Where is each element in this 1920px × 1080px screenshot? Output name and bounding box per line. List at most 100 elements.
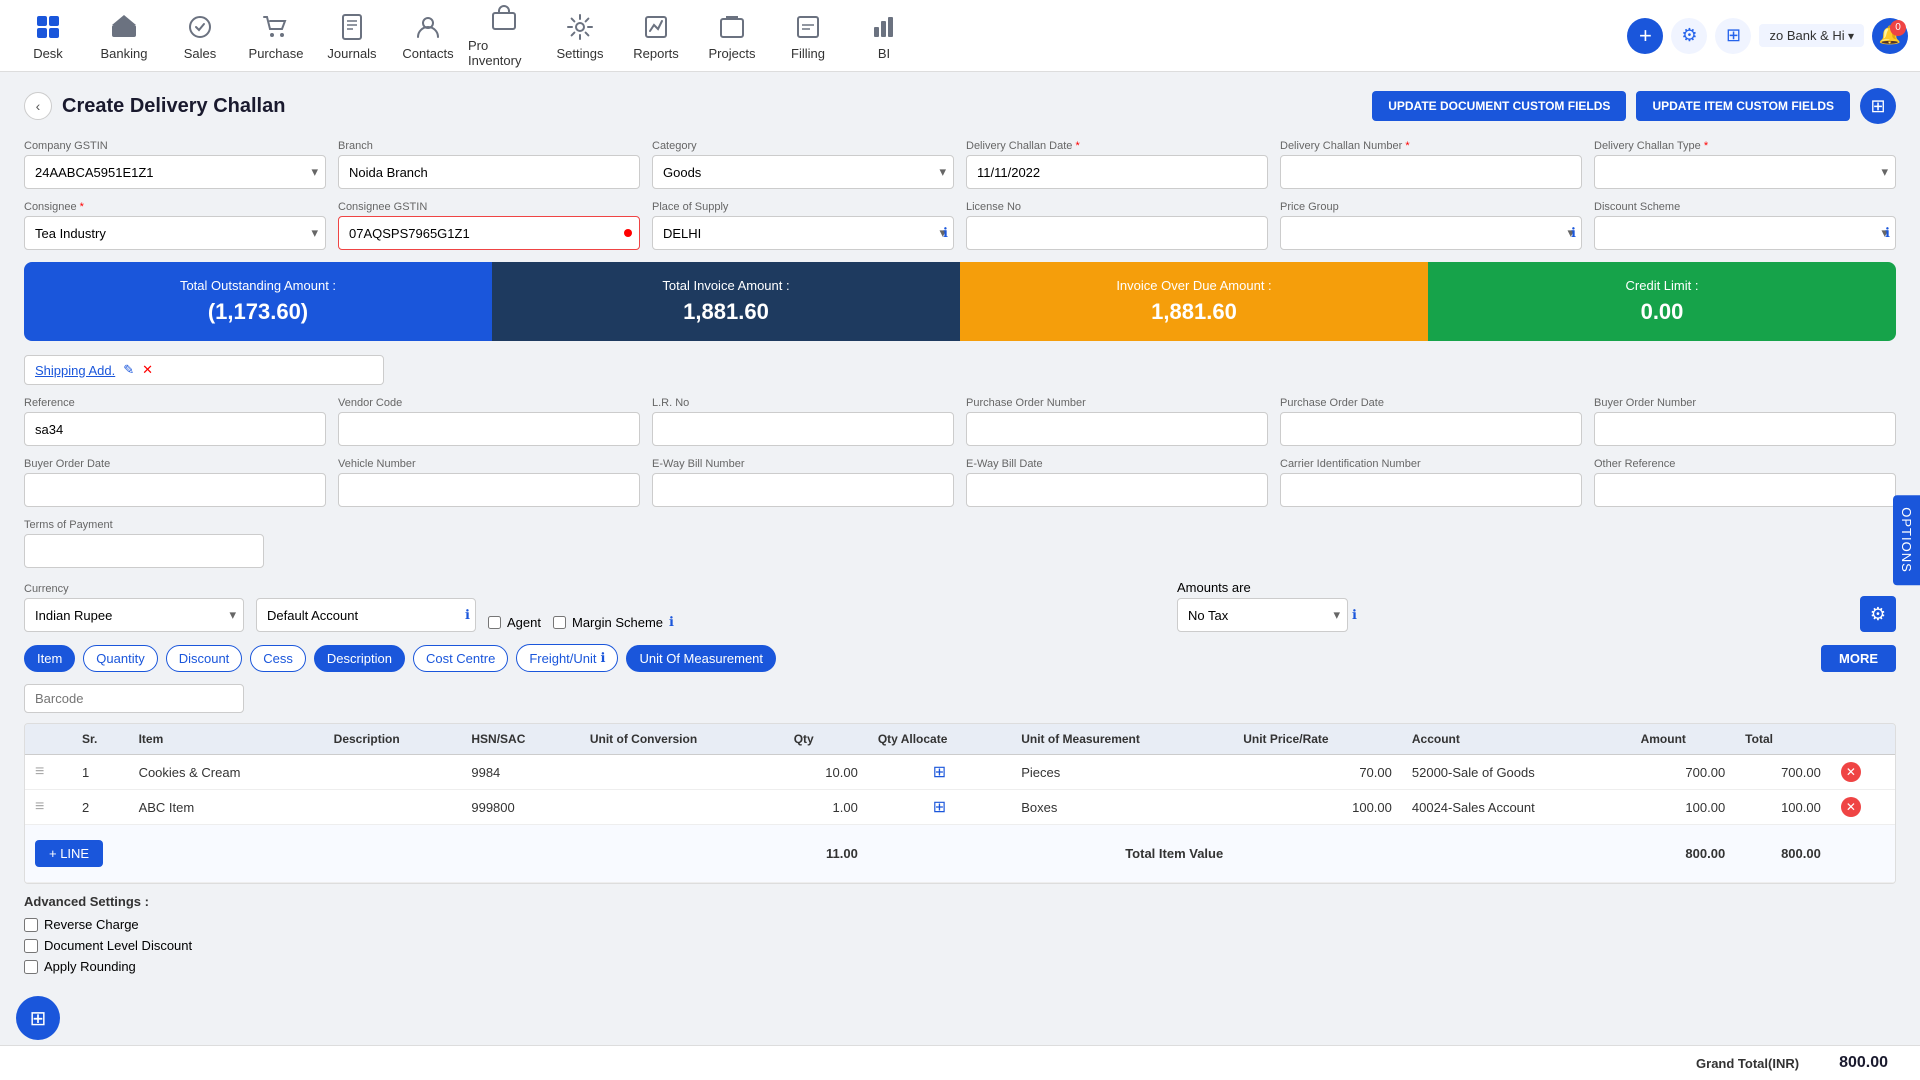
- row1-drag[interactable]: ≡: [25, 755, 72, 790]
- col-action: [1831, 724, 1895, 755]
- update-doc-custom-fields-button[interactable]: UPDATE DOCUMENT CUSTOM FIELDS: [1372, 91, 1626, 121]
- default-account-input[interactable]: [256, 598, 476, 632]
- tab-uom[interactable]: Unit Of Measurement: [626, 645, 776, 672]
- column-settings-button[interactable]: ⚙: [1860, 596, 1896, 632]
- row1-qty-allocate[interactable]: ⊞: [868, 755, 1011, 790]
- company-switcher[interactable]: zo Bank & Hi ▾: [1759, 24, 1864, 47]
- reverse-charge-row[interactable]: Reverse Charge: [24, 917, 1896, 932]
- apply-rounding-checkbox[interactable]: [24, 960, 38, 974]
- delivery-challan-date-input[interactable]: [966, 155, 1268, 189]
- nav-reports[interactable]: Reports: [620, 2, 692, 70]
- items-table: Sr. Item Description HSN/SAC Unit of Con…: [25, 724, 1895, 883]
- terms-of-payment-input[interactable]: [24, 534, 264, 568]
- back-button[interactable]: ‹: [24, 92, 52, 120]
- more-button[interactable]: MORE: [1821, 645, 1896, 672]
- reference-input[interactable]: [24, 412, 326, 446]
- row1-qty-allocate-icon[interactable]: ⊞: [933, 764, 946, 781]
- vendor-code-input[interactable]: [338, 412, 640, 446]
- reverse-charge-checkbox[interactable]: [24, 918, 38, 932]
- tab-cost-centre[interactable]: Cost Centre: [413, 645, 508, 672]
- update-item-custom-fields-button[interactable]: UPDATE ITEM CUSTOM FIELDS: [1636, 91, 1850, 121]
- tab-cess[interactable]: Cess: [250, 645, 306, 672]
- consignee-gstin-group: Consignee GSTIN: [338, 201, 640, 250]
- tab-freight-unit[interactable]: Freight/Unit ℹ: [516, 644, 618, 672]
- purchase-order-date-input[interactable]: [1280, 412, 1582, 446]
- other-reference-input[interactable]: [1594, 473, 1896, 507]
- agent-checkbox[interactable]: [488, 616, 501, 629]
- place-of-supply-select[interactable]: DELHI: [652, 216, 954, 250]
- company-gstin-select[interactable]: 24AABCA5951E1Z1: [24, 155, 326, 189]
- delivery-challan-type-select[interactable]: [1594, 155, 1896, 189]
- default-account-info-icon[interactable]: ℹ: [465, 607, 470, 623]
- nav-sales[interactable]: Sales: [164, 2, 236, 70]
- amounts-are-select[interactable]: No Tax: [1177, 598, 1348, 632]
- margin-scheme-info-icon[interactable]: ℹ: [669, 614, 674, 630]
- eway-bill-date-input[interactable]: [966, 473, 1268, 507]
- place-of-supply-info-icon[interactable]: ℹ: [943, 225, 948, 241]
- lr-no-input[interactable]: [652, 412, 954, 446]
- purchase-order-number-input[interactable]: [966, 412, 1268, 446]
- shipping-address-link[interactable]: Shipping Add.: [35, 363, 115, 378]
- page-settings-button[interactable]: ⊞: [1860, 88, 1896, 124]
- grid-apps-button[interactable]: ⊞: [1715, 18, 1751, 54]
- row2-drag[interactable]: ≡: [25, 790, 72, 825]
- shipping-edit-icon[interactable]: ✎: [123, 362, 134, 378]
- nav-bi[interactable]: BI: [848, 2, 920, 70]
- row1-delete-icon[interactable]: ✕: [1841, 762, 1861, 782]
- add-new-button[interactable]: +: [1627, 18, 1663, 54]
- delivery-challan-number-input[interactable]: [1280, 155, 1582, 189]
- purchase-order-number-group: Purchase Order Number: [966, 397, 1268, 446]
- purchase-order-date-group: Purchase Order Date: [1280, 397, 1582, 446]
- license-no-input[interactable]: [966, 216, 1268, 250]
- category-select[interactable]: Goods: [652, 155, 954, 189]
- barcode-input[interactable]: [24, 684, 244, 713]
- price-group-info-icon[interactable]: ℹ: [1571, 225, 1576, 241]
- apply-rounding-row[interactable]: Apply Rounding: [24, 959, 1896, 974]
- buyer-order-date-input[interactable]: [24, 473, 326, 507]
- nav-pro-inventory[interactable]: Pro Inventory: [468, 2, 540, 70]
- row2-delete[interactable]: ✕: [1831, 790, 1895, 825]
- margin-scheme-checkbox[interactable]: [553, 616, 566, 629]
- row2-delete-icon[interactable]: ✕: [1841, 797, 1861, 817]
- tab-item[interactable]: Item: [24, 645, 75, 672]
- vehicle-number-group: Vehicle Number: [338, 458, 640, 507]
- tab-discount[interactable]: Discount: [166, 645, 243, 672]
- settings-gear-button[interactable]: ⚙: [1671, 18, 1707, 54]
- row1-delete[interactable]: ✕: [1831, 755, 1895, 790]
- vehicle-number-input[interactable]: [338, 473, 640, 507]
- buyer-order-number-label: Buyer Order Number: [1594, 397, 1896, 409]
- options-tab[interactable]: OPTIONS: [1893, 495, 1920, 585]
- amounts-are-info-icon[interactable]: ℹ: [1352, 607, 1357, 623]
- discount-scheme-info-icon[interactable]: ℹ: [1885, 225, 1890, 241]
- shipping-close-icon[interactable]: ✕: [142, 362, 153, 378]
- nav-desk[interactable]: Desk: [12, 2, 84, 70]
- currency-select[interactable]: Indian Rupee: [24, 598, 244, 632]
- tab-description[interactable]: Description: [314, 645, 405, 672]
- eway-bill-number-input[interactable]: [652, 473, 954, 507]
- tab-quantity[interactable]: Quantity: [83, 645, 157, 672]
- row1-unit-price: 70.00: [1233, 755, 1402, 790]
- consignee-gstin-input[interactable]: [338, 216, 640, 250]
- footer-empty-2: [580, 825, 784, 883]
- row2-qty-allocate[interactable]: ⊞: [868, 790, 1011, 825]
- bottom-left-app-icon[interactable]: ⊞: [16, 996, 60, 1040]
- advanced-settings: Advanced Settings : Reverse Charge Docum…: [24, 894, 1896, 974]
- price-group-select[interactable]: [1280, 216, 1582, 250]
- add-line-button[interactable]: + LINE: [35, 840, 103, 867]
- row2-qty-allocate-icon[interactable]: ⊞: [933, 799, 946, 816]
- nav-filling[interactable]: Filling: [772, 2, 844, 70]
- nav-purchase[interactable]: Purchase: [240, 2, 312, 70]
- nav-journals[interactable]: Journals: [316, 2, 388, 70]
- branch-input[interactable]: [338, 155, 640, 189]
- nav-settings[interactable]: Settings: [544, 2, 616, 70]
- discount-scheme-select[interactable]: [1594, 216, 1896, 250]
- carrier-id-input[interactable]: [1280, 473, 1582, 507]
- consignee-select[interactable]: Tea Industry: [24, 216, 326, 250]
- nav-banking[interactable]: Banking: [88, 2, 160, 70]
- nav-projects[interactable]: Projects: [696, 2, 768, 70]
- nav-contacts[interactable]: Contacts: [392, 2, 464, 70]
- document-level-discount-row[interactable]: Document Level Discount: [24, 938, 1896, 953]
- document-level-discount-checkbox[interactable]: [24, 939, 38, 953]
- buyer-order-number-input[interactable]: [1594, 412, 1896, 446]
- credit-limit-card: Credit Limit : 0.00: [1428, 262, 1896, 341]
